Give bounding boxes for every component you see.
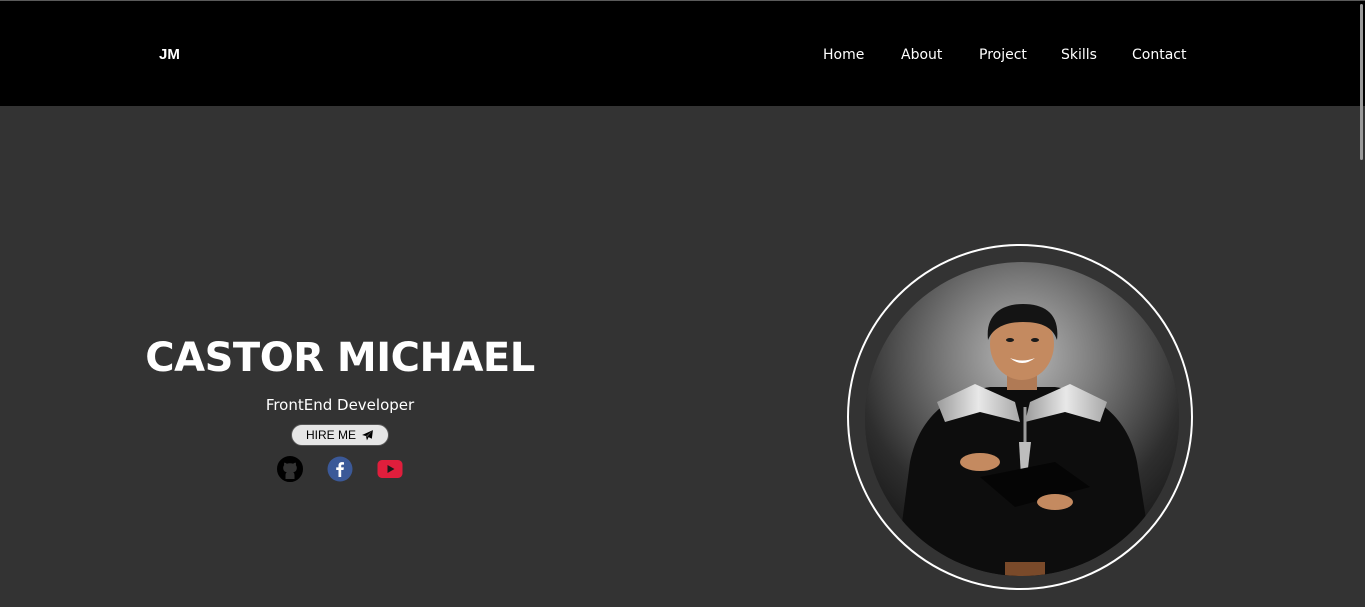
hire-me-label: HIRE ME (305, 428, 356, 442)
github-icon (277, 456, 303, 482)
navbar: JM Home About Project Skills Contact (0, 1, 1365, 106)
nav-home-link[interactable]: Home (823, 47, 864, 63)
youtube-icon (377, 460, 403, 478)
social-links (140, 456, 540, 482)
nav-project-link[interactable]: Project (979, 47, 1027, 63)
hero-role: FrontEnd Developer (265, 396, 415, 414)
scrollbar-thumb[interactable] (1360, 4, 1363, 160)
youtube-link[interactable] (377, 456, 403, 482)
hire-me-button[interactable]: HIRE ME (290, 424, 389, 446)
nav-skills-link[interactable]: Skills (1061, 47, 1097, 63)
graduation-portrait-image (865, 262, 1179, 576)
nav-about-link[interactable]: About (901, 47, 942, 63)
hero-name: CASTOR MICHAEL (145, 335, 535, 381)
facebook-icon (327, 456, 353, 482)
profile-photo (865, 262, 1179, 576)
hero-intro: CASTOR MICHAEL FrontEnd Developer HIRE M… (140, 330, 540, 482)
github-link[interactable] (277, 456, 303, 482)
paper-plane-icon (362, 429, 373, 440)
nav-contact-link[interactable]: Contact (1132, 47, 1186, 63)
nav-menu: Home About Project Skills Contact (0, 47, 1365, 67)
facebook-link[interactable] (327, 456, 353, 482)
page-scrollbar[interactable] (1359, 0, 1365, 607)
